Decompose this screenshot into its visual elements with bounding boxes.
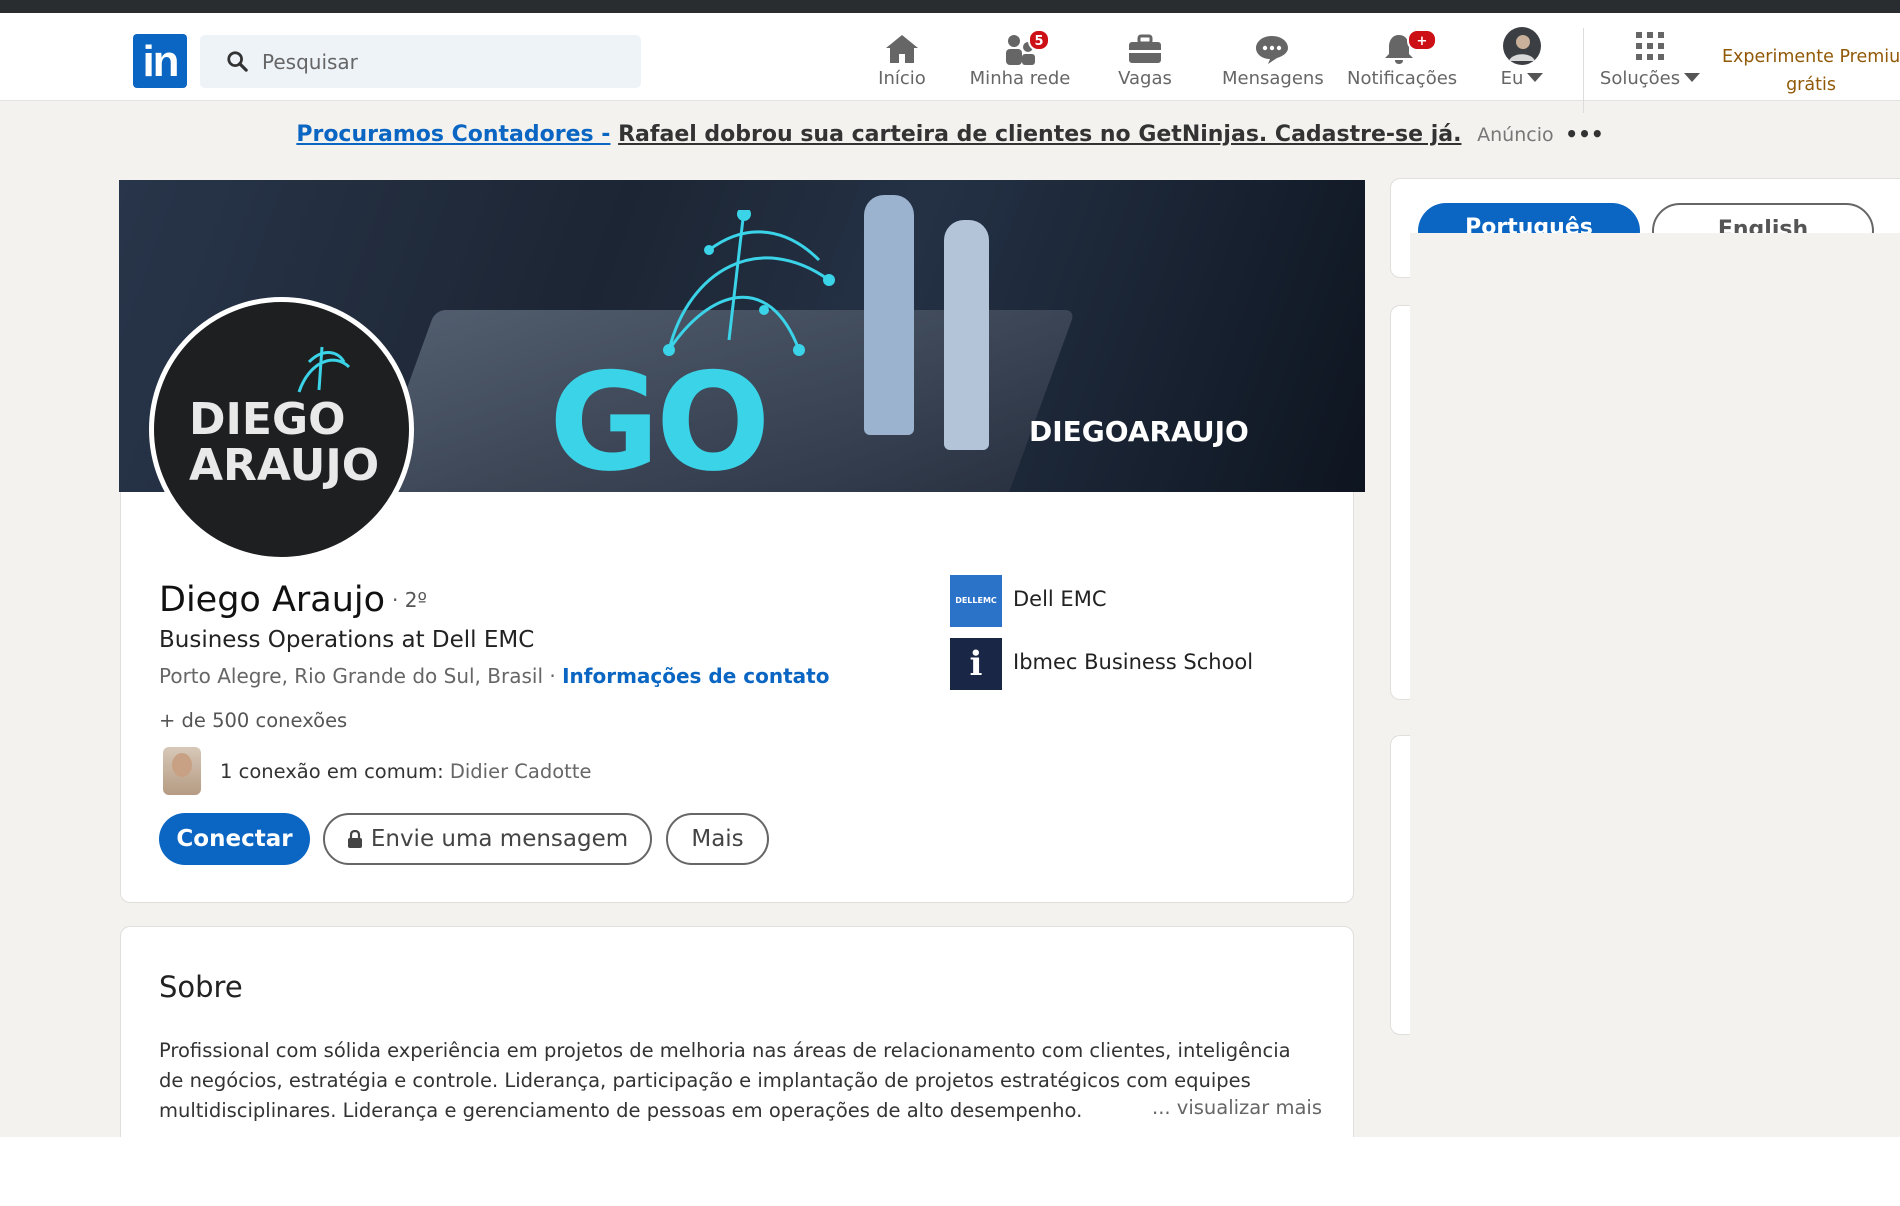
browser-top-strip <box>0 0 1900 13</box>
nav-home-label: Início <box>878 68 926 89</box>
connection-degree: · 2º <box>392 588 427 612</box>
mutual-label: 1 conexão em comum: <box>220 760 444 783</box>
page-viewport: in Início 5 <box>0 0 1900 1137</box>
nav-home[interactable]: Início <box>862 27 942 99</box>
ad-tag: Anúncio <box>1477 124 1554 146</box>
ibmec-logo[interactable]: i <box>950 638 1002 690</box>
contact-info-link[interactable]: Informações de contato <box>562 664 829 688</box>
more-button[interactable]: Mais <box>666 813 769 865</box>
search-input[interactable] <box>262 35 622 88</box>
profile-headline: Business Operations at Dell EMC <box>159 627 535 653</box>
ad-link[interactable]: Procuramos Contadores - <box>296 122 610 147</box>
home-icon <box>886 35 918 63</box>
top-navbar: in Início 5 <box>0 13 1900 113</box>
blank-bottom-area <box>0 1137 1410 1206</box>
about-text: Profissional com sólida experiência em p… <box>159 1039 1291 1122</box>
nav-notifications-label: Notificações <box>1347 68 1458 89</box>
education-ibmec[interactable]: Ibmec Business School <box>1013 650 1253 674</box>
nav-messaging[interactable]: Mensagens <box>1222 27 1324 99</box>
blank-overlay-panel <box>1410 233 1900 1137</box>
nav-solutions[interactable]: Soluções <box>1598 27 1702 99</box>
ad-text[interactable]: Rafael dobrou sua carteira de clientes n… <box>618 122 1461 147</box>
dell-emc-logo[interactable]: DELLEMC <box>950 575 1002 627</box>
network-badge: 5 <box>1028 29 1050 51</box>
cover-person-1 <box>864 195 914 435</box>
nav-network[interactable]: 5 Minha rede <box>968 27 1072 99</box>
search-box[interactable] <box>200 35 641 88</box>
mutual-connection-avatar[interactable] <box>163 747 201 795</box>
ad-options-icon[interactable]: ••• <box>1565 122 1603 146</box>
nav-me-label: Eu <box>1500 68 1524 89</box>
profile-location-row: Porto Alegre, Rio Grande do Sul, Brasil … <box>159 664 829 688</box>
about-title: Sobre <box>159 970 243 1004</box>
cover-go-logo: GO <box>549 344 771 492</box>
avatar-line-2: ARAUJO <box>189 440 380 491</box>
nav-notifications[interactable]: + Notificações <box>1347 27 1458 99</box>
connections-count[interactable]: + de 500 conexões <box>159 709 347 732</box>
message-button-label: Envie uma mensagem <box>370 826 629 852</box>
nav-solutions-label: Soluções <box>1599 68 1681 89</box>
user-avatar-icon <box>1503 27 1541 65</box>
ad-banner: Procuramos Contadores - Rafael dobrou su… <box>0 122 1900 147</box>
cover-brand-text: DIEGOARAUJO <box>1029 415 1249 448</box>
premium-line-1: Experimente Premium <box>1722 47 1900 67</box>
search-icon <box>227 51 248 72</box>
premium-trial-link[interactable]: Experimente Premium grátis <box>1722 43 1900 99</box>
nav-jobs[interactable]: Vagas <box>1108 27 1182 99</box>
experience-dell-emc[interactable]: Dell EMC <box>1013 587 1107 611</box>
mutual-connections[interactable]: 1 conexão em comum: Didier Cadotte <box>220 760 591 783</box>
nav-jobs-label: Vagas <box>1118 68 1172 89</box>
briefcase-icon <box>1129 34 1161 63</box>
linkedin-logo[interactable]: in <box>133 34 187 88</box>
nav-divider <box>1583 28 1584 113</box>
grid-apps-icon <box>1636 32 1664 60</box>
messaging-icon <box>1256 36 1288 64</box>
see-more-link[interactable]: ... visualizar mais <box>1152 1096 1322 1119</box>
profile-location: Porto Alegre, Rio Grande do Sul, Brasil … <box>159 664 556 688</box>
avatar-network-mark-icon <box>297 346 351 393</box>
me-dropdown-caret-icon <box>1527 73 1544 82</box>
nav-messaging-label: Mensagens <box>1222 68 1324 89</box>
nav-network-label: Minha rede <box>969 68 1071 89</box>
mutual-name: Didier Cadotte <box>449 760 592 783</box>
connect-button[interactable]: Conectar <box>159 813 310 865</box>
avatar-line-1: DIEGO <box>189 394 346 445</box>
solutions-dropdown-caret-icon <box>1684 73 1701 82</box>
notifications-badge: + <box>1407 29 1437 51</box>
lock-icon <box>347 830 362 848</box>
profile-avatar[interactable]: DIEGO ARAUJO <box>149 297 414 562</box>
message-button[interactable]: Envie uma mensagem <box>323 813 652 865</box>
cover-network-graphic <box>663 210 835 356</box>
cover-person-2 <box>944 220 989 450</box>
nav-me[interactable]: Eu <box>1490 27 1554 99</box>
premium-line-2: grátis <box>1786 75 1836 95</box>
profile-name: Diego Araujo <box>159 580 386 620</box>
